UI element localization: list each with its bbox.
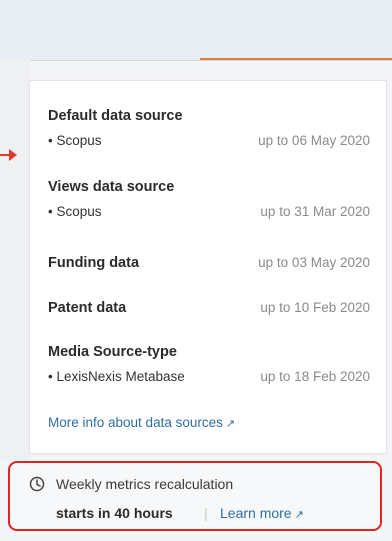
recalculation-status: starts in 40 hours — [56, 505, 173, 521]
media-source-row: • LexisNexis Metabase up to 18 Feb 2020 — [48, 369, 370, 384]
views-data-source-section: Views data source • Scopus up to 31 Mar … — [48, 179, 370, 219]
views-source-row: • Scopus up to 31 Mar 2020 — [48, 204, 370, 219]
views-source-date: up to 31 Mar 2020 — [260, 204, 370, 219]
funding-row: Funding data up to 03 May 2020 — [48, 255, 370, 271]
media-source-type-section: Media Source-type • LexisNexis Metabase … — [48, 344, 370, 384]
more-info-link-text: More info about data sources — [48, 415, 223, 430]
patent-row: Patent data up to 10 Feb 2020 — [48, 300, 370, 316]
default-source-date: up to 06 May 2020 — [258, 133, 370, 148]
pointer-arrow-icon — [0, 149, 17, 161]
external-link-icon: ↗ — [294, 509, 304, 521]
media-source-date: up to 18 Feb 2020 — [260, 369, 370, 384]
default-data-source-label: Default data source — [48, 108, 183, 124]
funding-data-section: Funding data up to 03 May 2020 — [48, 255, 370, 271]
data-sources-panel: Default data source • Scopus up to 06 Ma… — [29, 80, 387, 454]
default-data-source-section: Default data source • Scopus up to 06 Ma… — [48, 108, 370, 148]
metrics-recalculation-notice: Weekly metrics recalculation starts in 4… — [8, 461, 382, 531]
funding-data-label: Funding data — [48, 255, 140, 271]
more-info-data-sources-link[interactable]: More info about data sources ↗ — [48, 415, 235, 430]
patent-data-label: Patent data — [48, 300, 127, 316]
funding-data-date: up to 03 May 2020 — [258, 255, 370, 270]
external-link-icon: ↗ — [225, 418, 236, 430]
clock-icon — [29, 476, 45, 492]
accent-underline — [200, 58, 392, 60]
learn-more-link[interactable]: Learn more ↗ — [220, 505, 304, 521]
default-source-name: • Scopus — [48, 133, 102, 148]
default-source-row: • Scopus up to 06 May 2020 — [48, 133, 370, 148]
background-strip — [0, 60, 30, 460]
separator: | — [204, 505, 208, 521]
patent-data-section: Patent data up to 10 Feb 2020 — [48, 300, 370, 316]
learn-more-text: Learn more — [220, 505, 292, 521]
media-source-name: • LexisNexis Metabase — [48, 369, 185, 384]
media-source-type-label: Media Source-type — [48, 344, 177, 360]
recalculation-title: Weekly metrics recalculation — [56, 476, 234, 492]
views-source-name: • Scopus — [48, 204, 102, 219]
views-data-source-label: Views data source — [48, 179, 175, 195]
top-bar — [0, 0, 392, 61]
patent-data-date: up to 10 Feb 2020 — [260, 300, 370, 315]
